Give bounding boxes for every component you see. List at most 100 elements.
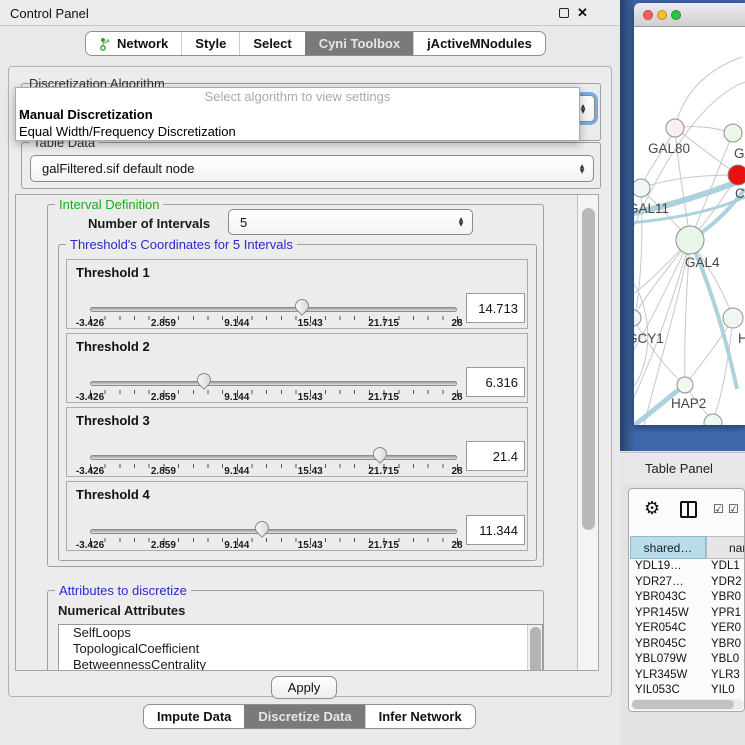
table-cell[interactable]: YDL1 — [706, 559, 745, 575]
network-node-ga[interactable] — [724, 124, 742, 142]
table-cell[interactable]: YPR145W — [630, 606, 706, 622]
tick-label: 9.144 — [224, 466, 249, 477]
table-row[interactable]: YBR045CYBR0 — [630, 637, 745, 653]
threshold-2-value-input[interactable] — [466, 367, 525, 397]
network-edge[interactable] — [685, 318, 733, 385]
threshold-4-slider-thumb[interactable] — [253, 518, 273, 538]
split-columns-icon[interactable] — [680, 501, 697, 518]
table-cell[interactable]: YLR345W — [630, 668, 706, 684]
table-cell[interactable]: YLR3 — [706, 668, 745, 684]
top-tab-bar: Network Style SelectCyni Toolbox jActiveMNo… — [85, 31, 546, 56]
vertical-scrollbar[interactable] — [577, 195, 599, 671]
table-cell[interactable]: YPR1 — [706, 606, 745, 622]
threshold-4-slider-track[interactable] — [90, 529, 457, 534]
tab-select[interactable]: Select — [239, 32, 304, 55]
tab-jactivemnodules[interactable]: jActiveMNodules — [413, 32, 545, 55]
table-row[interactable]: YPR145WYPR1 — [630, 606, 745, 622]
mac-zoom-button[interactable] — [671, 10, 681, 20]
threshold-1-slider-thumb[interactable] — [292, 296, 312, 316]
list-scrollbar[interactable] — [527, 625, 542, 671]
table-cell[interactable]: YDR27… — [630, 575, 706, 591]
checkbox-icon[interactable]: ☑ — [728, 502, 739, 516]
mac-close-button[interactable] — [643, 10, 653, 20]
table-row[interactable]: YIL053CYIL0 — [630, 683, 745, 699]
threshold-4-value-input[interactable] — [466, 515, 525, 545]
numerical-attributes-label: Numerical Attributes — [58, 603, 185, 618]
tab-cyni-toolbox[interactable]: Cyni Toolbox — [305, 32, 413, 55]
table-row[interactable]: YBR043CYBR0 — [630, 590, 745, 606]
dropdown-item-manual-discretization[interactable]: Manual Discretization — [16, 106, 579, 123]
table-cell[interactable]: YBR045C — [630, 637, 706, 653]
apply-button[interactable]: Apply — [271, 676, 337, 699]
thresholds-group: Threshold's Coordinates for 5 Intervals … — [58, 244, 537, 561]
table-data-combobox[interactable]: galFiltered.sif default node ▲▼ — [30, 155, 594, 182]
tab-network[interactable]: Network — [86, 32, 181, 55]
tab-label: Style — [195, 36, 226, 51]
column-header-name[interactable]: name — [706, 536, 745, 559]
tab-discretize-data[interactable]: Discretize Data — [244, 705, 364, 728]
network-node-h[interactable] — [723, 308, 743, 328]
threshold-2-slider-thumb[interactable] — [194, 370, 214, 390]
tick-label: 2.859 — [151, 540, 176, 551]
checkbox-icon[interactable]: ☑ — [713, 502, 724, 516]
dropdown-placeholder-item[interactable]: Select algorithm to view settings — [16, 88, 579, 106]
gear-icon[interactable]: ⚙ — [644, 498, 660, 519]
network-node-hap2[interactable] — [677, 377, 693, 393]
tick-label: 2.859 — [151, 466, 176, 477]
table-row[interactable]: YDR27…YDR2 — [630, 575, 745, 591]
network-node-gal11[interactable] — [634, 179, 650, 197]
number-of-intervals-combobox[interactable]: 5 ▲▼ — [228, 209, 473, 235]
table-cell[interactable]: YBL0 — [706, 652, 745, 668]
network-edge[interactable] — [675, 57, 742, 128]
tick-label: 28 — [451, 392, 462, 403]
network-node[interactable] — [704, 414, 722, 425]
close-icon[interactable]: ✕ — [577, 5, 588, 21]
network-node-c[interactable] — [728, 165, 745, 185]
tab-impute-data[interactable]: Impute Data — [144, 705, 244, 728]
horizontal-scrollbar[interactable] — [631, 699, 744, 710]
threshold-3-value-input[interactable] — [466, 441, 525, 471]
attribute-item-selfloops[interactable]: SelfLoops — [59, 625, 542, 641]
table-cell[interactable]: YIL0 — [706, 683, 745, 699]
table-cell[interactable]: YDR2 — [706, 575, 745, 591]
table-cell[interactable]: YER054C — [630, 621, 706, 637]
threshold-1-slider-track[interactable] — [90, 307, 457, 312]
cyni-toolbox-panel: Discretization Algorithm ▲▼ Select algor… — [8, 66, 612, 697]
table-row[interactable]: YER054CYER0 — [630, 621, 745, 637]
table-cell[interactable]: YDL19… — [630, 559, 706, 575]
column-header-shared-name[interactable]: shared… — [630, 536, 706, 559]
threshold-1-value-input[interactable] — [466, 293, 525, 323]
table-cell[interactable]: YBR0 — [706, 637, 745, 653]
tab-label: jActiveMNodules — [427, 36, 532, 51]
list-scrollbar-thumb[interactable] — [530, 627, 541, 671]
tab-style[interactable]: Style — [181, 32, 239, 55]
table-row[interactable]: YBL079WYBL0 — [630, 652, 745, 668]
table-cell[interactable]: YBR043C — [630, 590, 706, 606]
network-canvas[interactable]: GAL80GACGAL11GAL4GCY1HHAP2 — [634, 27, 745, 425]
mac-minimize-button[interactable] — [657, 10, 667, 20]
dropdown-item-equal-width[interactable]: Equal Width/Frequency Discretization — [16, 123, 579, 140]
threshold-3-slider-thumb[interactable] — [370, 444, 390, 464]
tab-infer-network[interactable]: Infer Network — [365, 705, 475, 728]
network-edge[interactable] — [634, 318, 685, 385]
attribute-item-betweennesscentrality[interactable]: BetweennessCentrality — [59, 657, 542, 671]
table-cell[interactable]: YBL079W — [630, 652, 706, 668]
network-window-titlebar[interactable] — [634, 3, 745, 27]
horizontal-scrollbar-thumb[interactable] — [632, 700, 734, 709]
tick-label: 15.43 — [298, 466, 323, 477]
table-cell[interactable]: YBR0 — [706, 590, 745, 606]
table-row[interactable]: YLR345WYLR3 — [630, 668, 745, 684]
node-label: GA — [734, 146, 745, 161]
attribute-item-topologicalcoefficient[interactable]: TopologicalCoefficient — [59, 641, 542, 657]
vertical-scrollbar-thumb[interactable] — [582, 208, 595, 530]
network-node-gal4[interactable] — [676, 226, 704, 254]
table-cell[interactable]: YIL053C — [630, 683, 706, 699]
network-node-gal80[interactable] — [666, 119, 684, 137]
threshold-2-slider-track[interactable] — [90, 381, 457, 386]
table-cell[interactable]: YER0 — [706, 621, 745, 637]
float-window-icon[interactable] — [559, 8, 569, 18]
tick-label: 21.715 — [368, 392, 399, 403]
table-row[interactable]: YDL19…YDL1 — [630, 559, 745, 575]
threshold-3-slider-track[interactable] — [90, 455, 457, 460]
network-node-gcy1[interactable] — [634, 310, 641, 326]
